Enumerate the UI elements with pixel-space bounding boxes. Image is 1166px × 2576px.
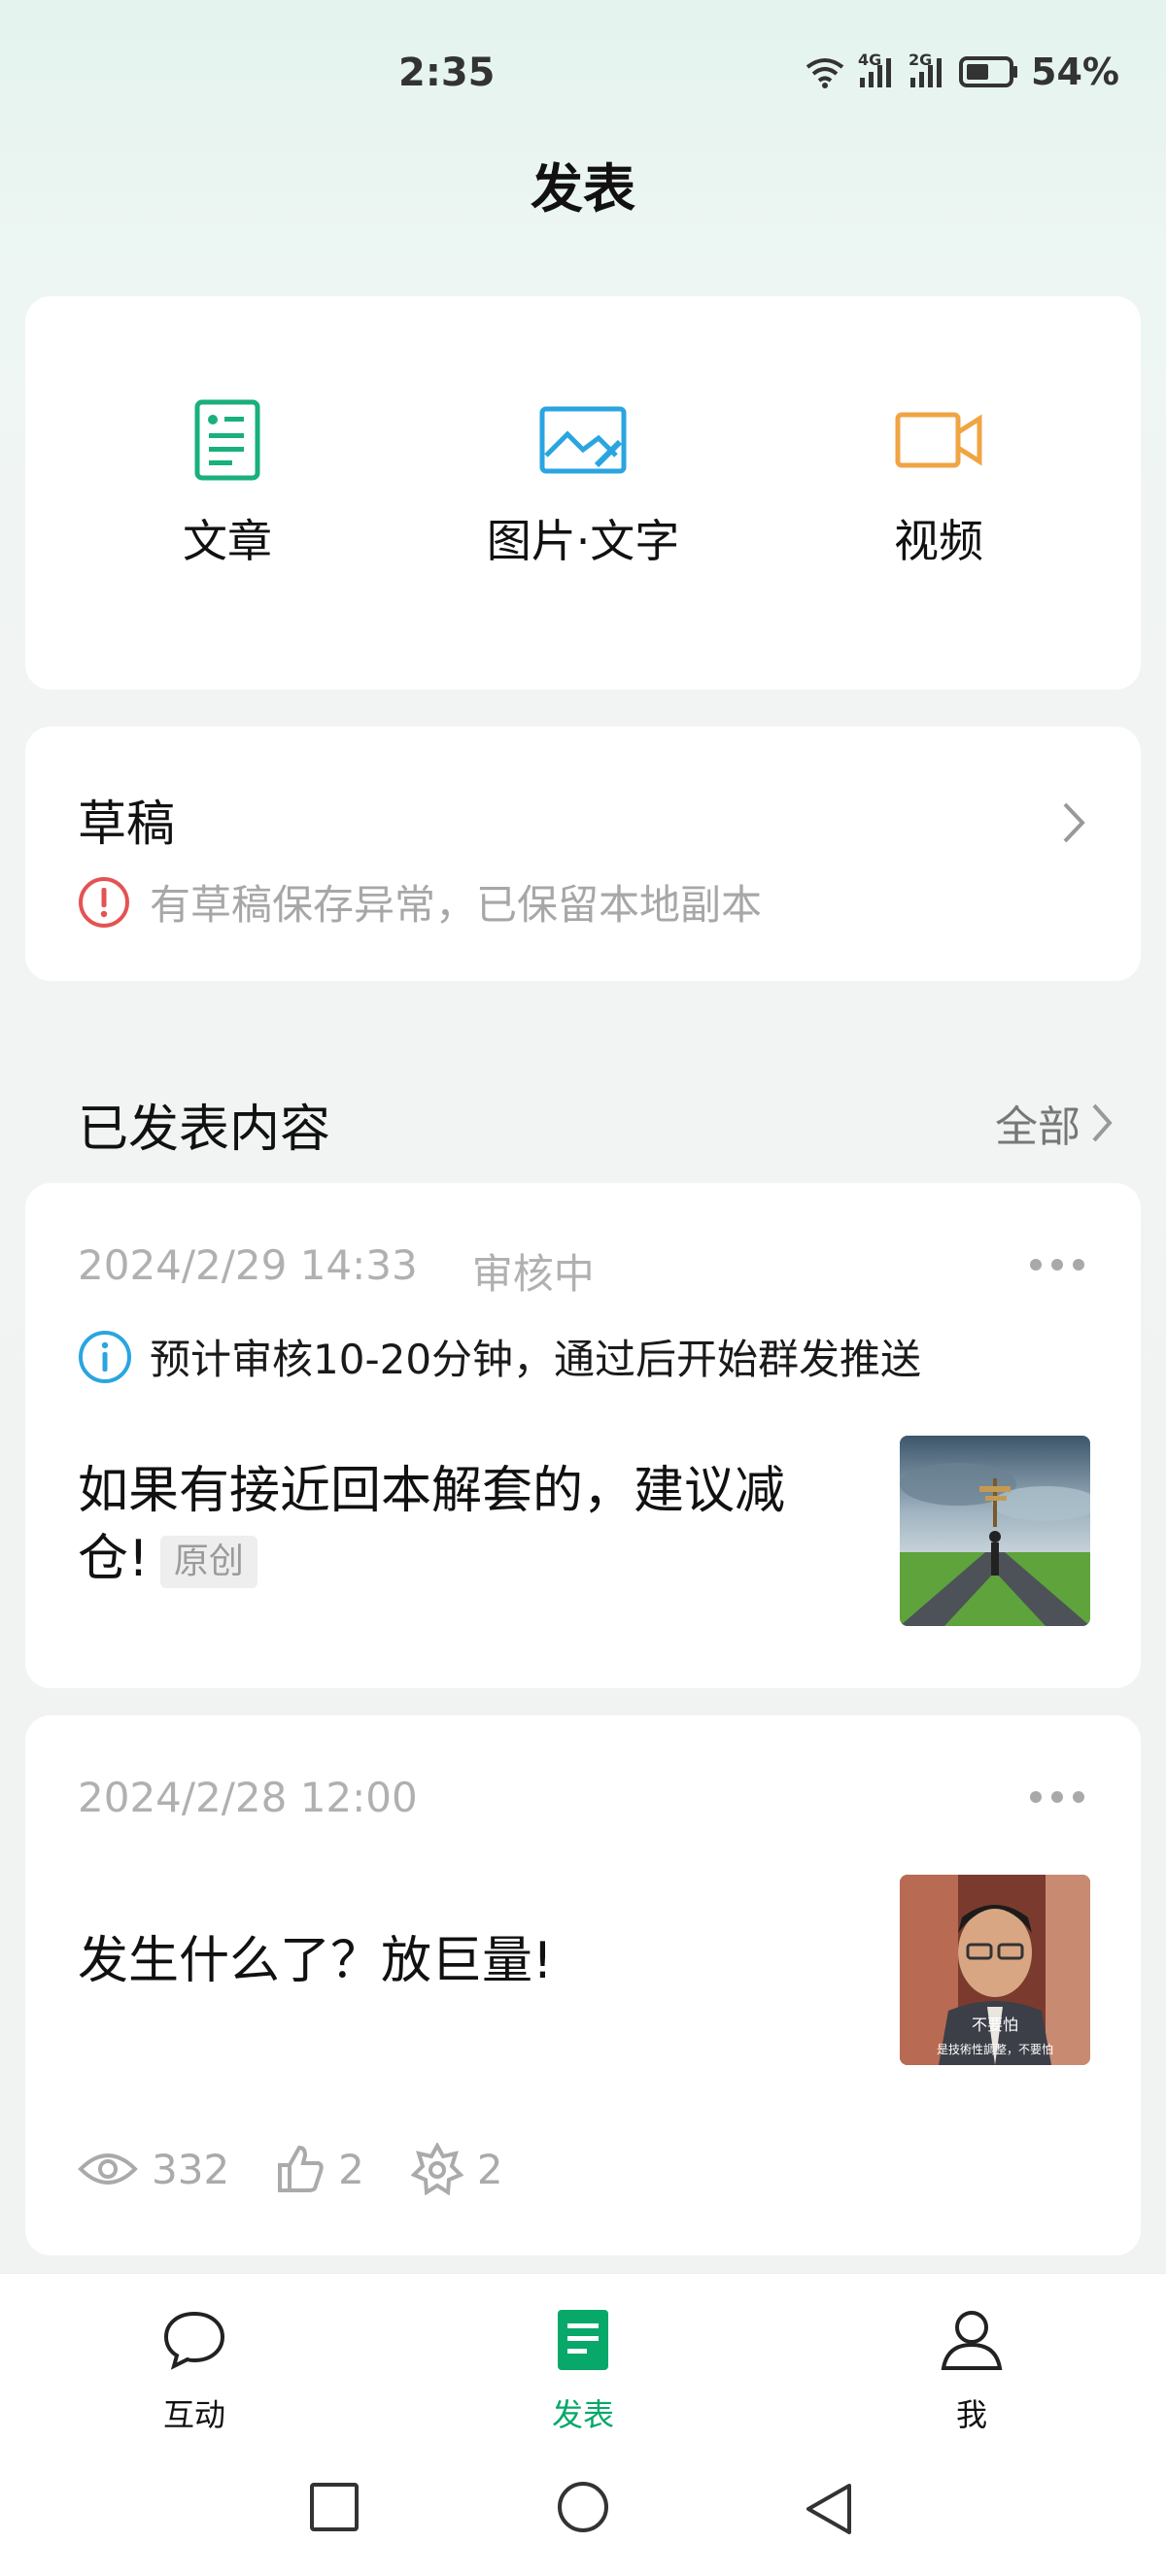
view-all-link[interactable]: 全部: [995, 1092, 1114, 1154]
publish-doc-icon: [558, 2310, 608, 2370]
nav-label-me: 我: [955, 2396, 987, 2433]
likes-count: 2: [338, 2145, 364, 2193]
recommend-icon: [410, 2143, 463, 2195]
crossroads-image: [900, 1436, 1090, 1626]
battery-percent: 54%: [1031, 51, 1119, 93]
draft-warning-text: 有草稿保存异常，已保留本地副本: [150, 881, 763, 929]
draft-warning: 有草稿保存异常，已保留本地副本: [78, 872, 762, 932]
drafts-card[interactable]: 草稿 有草稿保存异常，已保留本地副本: [25, 727, 1141, 981]
page-title: 发表: [531, 158, 635, 220]
video-icon: [895, 412, 982, 468]
likes-stat: 2: [276, 2144, 364, 2194]
status-time: 2:35: [398, 51, 496, 95]
post-date: 2024/2/28 12:00: [78, 1774, 418, 1821]
publish-article-label: 文章: [183, 515, 272, 567]
warning-icon: [79, 876, 129, 928]
status-bar: 2:35 4G 2G 54%: [0, 0, 1166, 155]
home-button[interactable]: [556, 2482, 610, 2536]
recents-button[interactable]: [309, 2482, 360, 2532]
eye-icon: [78, 2153, 138, 2185]
publish-video-button[interactable]: 视频: [793, 393, 1084, 570]
chat-bubble-icon: [163, 2311, 225, 2370]
meme-caption-bottom: 是技術性調整，不要怕: [937, 2042, 1053, 2056]
shares-count: 2: [476, 2145, 503, 2193]
chevron-right-icon: [1063, 802, 1085, 843]
post-meta: 2024/2/28 12:00: [78, 1774, 418, 1821]
shares-stat: 2: [410, 2143, 503, 2195]
nav-item-publish[interactable]: 发表: [476, 2301, 690, 2435]
post-title: 发生什么了？放巨量!: [78, 1932, 553, 1990]
post-thumbnail: [900, 1436, 1090, 1626]
meme-caption-top: 不要怕: [972, 2016, 1018, 2034]
nav-label-interact: 互动: [162, 2396, 225, 2433]
nav-item-me[interactable]: 我: [865, 2301, 1079, 2435]
signal-2g: 2G: [909, 51, 947, 87]
publish-video-label: 视频: [894, 515, 983, 567]
review-info-text: 预计审核10-20分钟，通过后开始群发推送: [150, 1336, 922, 1383]
battery-icon: [959, 56, 1018, 87]
published-post[interactable]: 2024/2/29 14:33 审核中 预计审核10-20分钟，通过后开始群发推…: [25, 1183, 1141, 1688]
post-status: 审核中: [471, 1250, 595, 1298]
published-post[interactable]: 2024/2/28 12:00 发生什么了？放巨量! 不要怕 是技術性調整，不要…: [25, 1715, 1141, 2255]
post-date: 2024/2/29 14:33: [78, 1241, 418, 1289]
signal-4g: 4G: [858, 51, 897, 87]
meme-image: 不要怕 是技術性調整，不要怕: [900, 1875, 1090, 2065]
network-label-1: 4G: [858, 51, 882, 69]
post-thumbnail: 不要怕 是技術性調整，不要怕: [900, 1875, 1090, 2065]
image-text-icon: [539, 406, 627, 474]
publish-options-card: 文章 图片·文字 视频: [25, 296, 1141, 690]
views-count: 332: [152, 2145, 230, 2193]
review-info: 预计审核10-20分钟，通过后开始群发推送: [78, 1327, 921, 1386]
more-options-icon[interactable]: [1030, 1791, 1084, 1803]
post-meta: 2024/2/29 14:33 审核中: [78, 1241, 595, 1301]
post-title: 如果有接近回本解套的，建议减 仓! 原创: [78, 1457, 874, 1593]
nav-label-publish: 发表: [551, 2396, 614, 2433]
info-icon: [79, 1330, 131, 1383]
publish-article-button[interactable]: 文章: [82, 393, 373, 570]
more-options-icon[interactable]: [1030, 1259, 1084, 1271]
post-title-line-1: 如果有接近回本解套的，建议减: [78, 1462, 786, 1520]
published-section-title: 已发表内容: [78, 1101, 331, 1159]
article-icon: [194, 399, 260, 481]
post-stats: 332 2 2: [78, 2143, 550, 2195]
chevron-right-icon: [1092, 1103, 1113, 1142]
nav-item-interact[interactable]: 互动: [87, 2301, 301, 2435]
publish-image-text-button[interactable]: 图片·文字: [437, 393, 729, 570]
status-icons: 4G 2G 54%: [804, 51, 1119, 93]
network-label-2: 2G: [909, 51, 933, 69]
post-title-line-2: 仓! 原创: [78, 1525, 874, 1593]
back-button[interactable]: [805, 2482, 855, 2536]
thumbs-up-icon: [278, 2145, 324, 2192]
publish-image-text-label: 图片·文字: [486, 515, 680, 567]
person-icon: [941, 2311, 1003, 2370]
original-tag: 原创: [159, 1536, 257, 1588]
view-all-label: 全部: [995, 1102, 1080, 1152]
post-title-line-2-text: 仓!: [78, 1530, 149, 1588]
views-stat: 332: [78, 2146, 229, 2193]
drafts-title: 草稿: [78, 796, 175, 852]
wifi-icon: [806, 58, 844, 88]
